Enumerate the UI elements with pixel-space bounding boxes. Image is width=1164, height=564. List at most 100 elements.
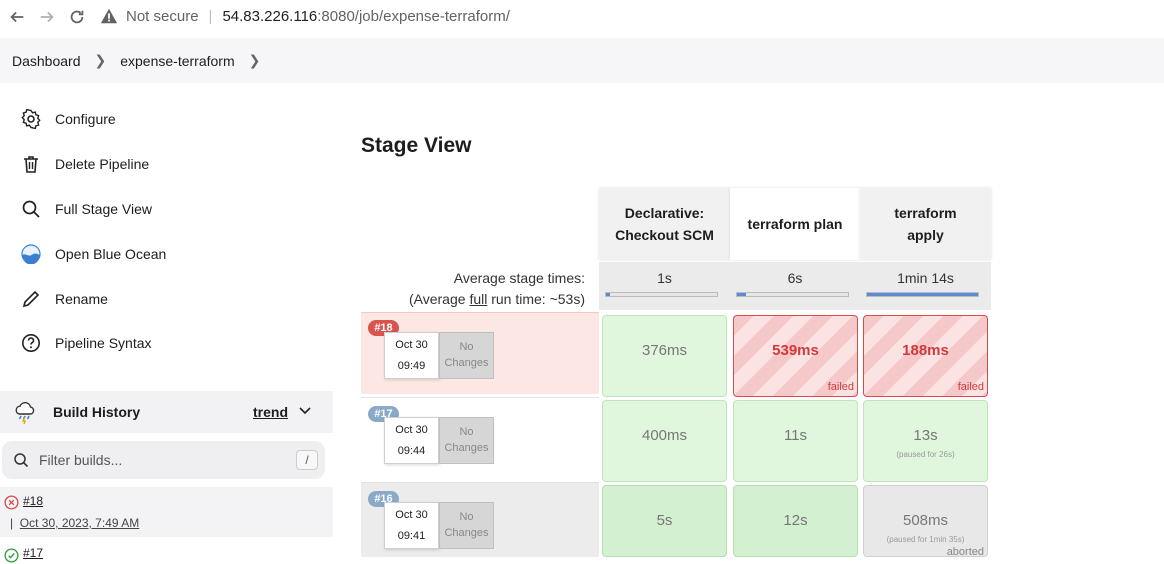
breadcrumb-dashboard[interactable]: Dashboard [12, 53, 81, 69]
sidebar-item-delete-pipeline[interactable]: Delete Pipeline [20, 153, 149, 175]
sidebar-item-label: Delete Pipeline [55, 156, 150, 172]
sidebar-item-label: Full Stage View [55, 201, 153, 217]
chevron-right-icon: ❯ [94, 52, 107, 68]
run-date-box: Oct 30 09:49 [384, 332, 439, 379]
stage-cell[interactable]: 188ms failed [863, 315, 988, 397]
stage-header-label: terraform plan [747, 216, 843, 232]
stage-cell[interactable]: 11s [733, 400, 858, 482]
reload-button[interactable] [64, 4, 90, 30]
stage-duration: 13s [913, 427, 938, 444]
keyboard-shortcut-hint: / [296, 450, 318, 470]
average-time-value: 1s [657, 270, 672, 286]
arrow-left-icon [10, 11, 24, 23]
build-number-link[interactable]: #17 [23, 546, 43, 560]
stage-duration: 376ms [641, 342, 688, 359]
sidebar-item-full-stage-view[interactable]: Full Stage View [20, 198, 152, 220]
help-icon [20, 332, 42, 354]
stage-duration: 5s [656, 512, 673, 529]
trash-icon [20, 153, 42, 175]
stage-duration: 539ms [772, 342, 819, 359]
sidebar-item-rename[interactable]: Rename [20, 288, 108, 310]
sidebar-item-label: Rename [55, 291, 108, 307]
run-time: 09:44 [397, 445, 426, 457]
search-icon [20, 198, 42, 220]
average-time-bar [736, 292, 849, 297]
stage-header-checkout: Declarative: Checkout SCM [599, 188, 730, 260]
stage-status-tag: aborted [946, 546, 984, 558]
average-run-time-text: (Average full run time: ~53s) [408, 291, 585, 307]
stage-header-label: terraform apply [894, 205, 957, 243]
warning-icon [100, 8, 118, 24]
average-time-bar-fill [737, 293, 746, 296]
average-stage-times-label: Average stage times: (Average full run t… [380, 268, 585, 310]
arrow-right-icon [40, 11, 54, 23]
average-time-value: 6s [787, 270, 803, 286]
stage-pause-note: (paused for 26s) [896, 450, 955, 459]
search-icon [14, 453, 29, 468]
stage-cell[interactable]: 376ms [602, 315, 727, 397]
build-date: | Oct 30, 2023, 7:49 AM [10, 516, 140, 530]
browser-toolbar: Not secure | 54.83.226.116:8080/job/expe… [0, 0, 1164, 34]
security-label: Not secure [126, 7, 199, 25]
stage-status-tag: failed [957, 381, 984, 393]
breadcrumb: Dashboard ❯ expense-terraform ❯ [0, 38, 1164, 83]
no-changes-box[interactable]: No Changes [439, 332, 494, 379]
average-time-cell: 6s [730, 262, 860, 310]
stage-cell[interactable]: 508ms (paused for 1min 35s) aborted [863, 485, 988, 558]
stage-cell[interactable]: 13s (paused for 26s) [863, 400, 988, 482]
stage-cell[interactable]: 539ms failed [733, 315, 858, 397]
sidebar: Configure Delete Pipeline Full Stage Vie… [0, 83, 340, 563]
average-time-cell: 1min 14s [860, 262, 991, 310]
url-host: 54.83.226.116 [222, 7, 318, 25]
run-time: 09:41 [397, 530, 426, 542]
run-time: 09:49 [397, 360, 426, 372]
chevron-right-icon[interactable]: ❯ [249, 52, 261, 69]
trend-link[interactable]: trend [253, 404, 288, 420]
back-button[interactable] [4, 4, 30, 30]
run-date-box: Oct 30 09:41 [384, 502, 439, 549]
stage-header-plan: terraform plan [730, 188, 860, 260]
average-time-cell: 1s [599, 262, 730, 310]
stage-duration: 508ms [902, 512, 949, 529]
forward-button[interactable] [34, 4, 60, 30]
sidebar-item-pipeline-syntax[interactable]: Pipeline Syntax [20, 332, 152, 354]
build-history-header: Build History trend [0, 391, 333, 433]
build-number-link[interactable]: #18 [23, 494, 43, 508]
run-date: Oct 30 [395, 424, 428, 436]
build-date-link[interactable]: Oct 30, 2023, 7:49 AM [20, 516, 139, 530]
average-stage-times-text: Average stage times: [453, 270, 585, 286]
stage-cell[interactable]: 5s [602, 485, 727, 557]
run-date-box: Oct 30 09:44 [384, 417, 439, 464]
no-changes-box[interactable]: No Changes [439, 502, 494, 549]
chevron-down-icon[interactable] [298, 403, 312, 417]
sidebar-item-configure[interactable]: Configure [20, 108, 116, 130]
stage-pause-note: (paused for 1min 35s) [886, 535, 965, 544]
stage-duration: 400ms [641, 427, 688, 444]
weather-cloud-icon [15, 402, 35, 425]
sidebar-item-label: Open Blue Ocean [55, 246, 167, 262]
stage-cell[interactable]: 400ms [602, 400, 727, 482]
build-history-row[interactable]: #17 [0, 544, 333, 564]
success-status-icon [4, 548, 19, 563]
reload-icon [70, 10, 84, 24]
pencil-icon [20, 288, 42, 310]
full-run-link[interactable]: full [469, 291, 487, 307]
stage-cell[interactable]: 12s [733, 485, 858, 557]
run-date: Oct 30 [395, 339, 428, 351]
no-changes-box[interactable]: No Changes [439, 417, 494, 464]
sidebar-item-label: Configure [55, 111, 116, 127]
average-time-bar-fill [606, 293, 610, 296]
stage-header-apply: terraform apply [860, 188, 991, 260]
stage-duration: 11s [783, 427, 808, 444]
stage-duration: 12s [783, 512, 808, 529]
page-title: Stage View [361, 134, 472, 157]
sidebar-item-open-blue-ocean[interactable]: Open Blue Ocean [20, 243, 166, 265]
build-history-row[interactable]: #18 | Oct 30, 2023, 7:49 AM [0, 487, 333, 537]
filter-builds-input[interactable] [39, 452, 279, 468]
blue-ocean-icon [20, 243, 42, 265]
average-time-bar [605, 292, 718, 297]
breadcrumb-job[interactable]: expense-terraform [120, 53, 234, 69]
stage-duration: 188ms [902, 342, 949, 359]
average-time-bar-fill [867, 293, 978, 296]
address-bar[interactable]: Not secure | 54.83.226.116:8080/job/expe… [100, 2, 510, 30]
